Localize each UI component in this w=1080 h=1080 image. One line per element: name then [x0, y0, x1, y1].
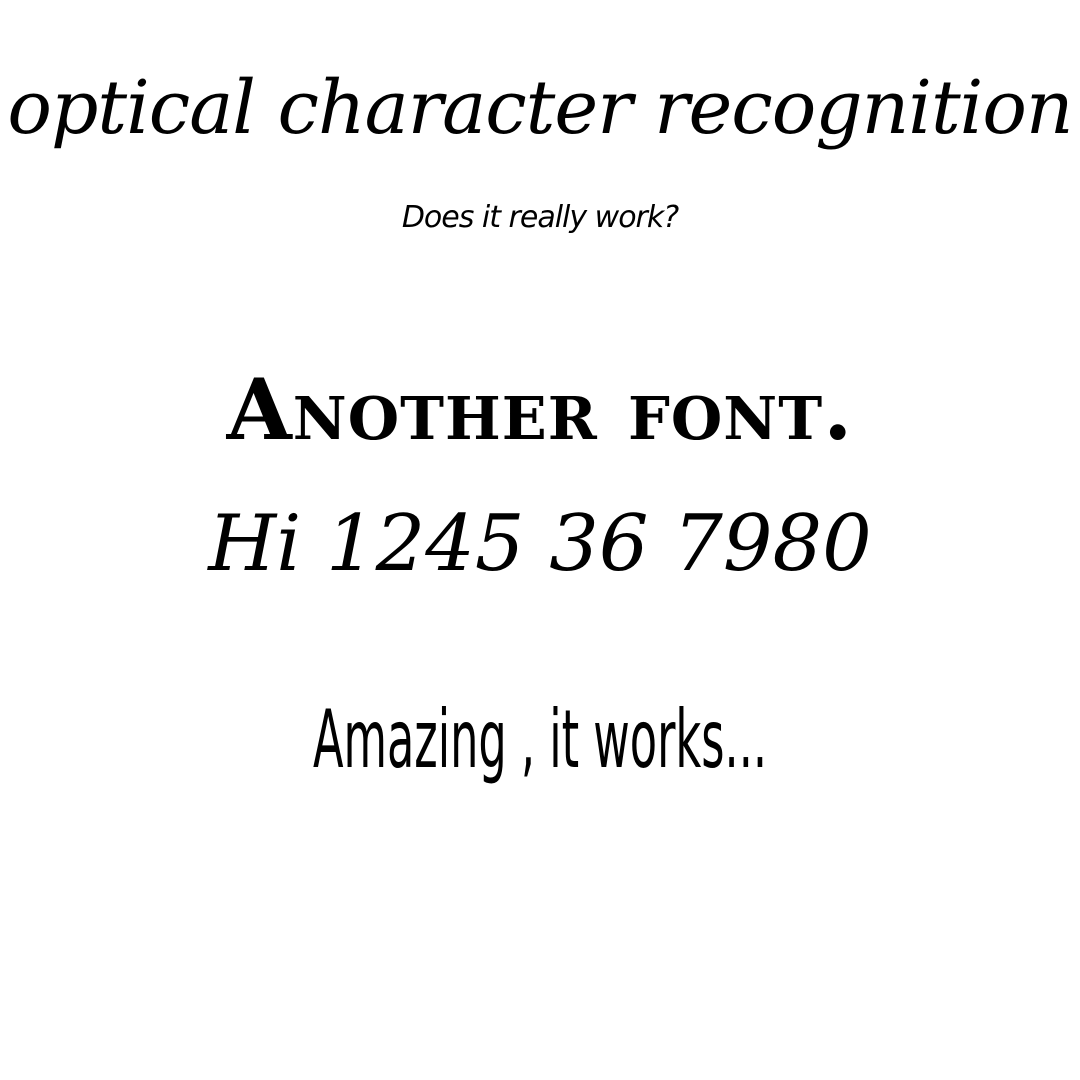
another-font-line: Another font.: [226, 360, 854, 459]
page-subtitle: Does it really work?: [401, 200, 679, 235]
amazing-line: Amazing , it works...: [312, 693, 768, 786]
page-title: optical character recognition: [7, 65, 1073, 151]
numbers-line: Hi 1245 36 7980: [208, 499, 872, 589]
